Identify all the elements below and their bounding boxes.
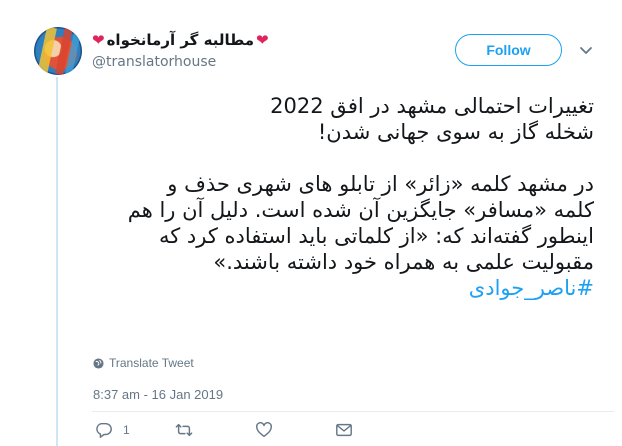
chevron-down-icon[interactable] [578,42,594,58]
reply-icon [96,422,112,438]
tweet-line: شخله گاز به سوی جهانی شدن! [317,120,594,144]
tweet-line: تغییرات احتمالی مشهد در افق 2022 [270,94,594,118]
retweet-icon [175,423,193,437]
heart-outline-icon [256,422,272,438]
globe-icon [93,357,104,369]
envelope-icon [336,423,352,437]
heart-icon: ❤ [256,30,269,49]
follow-button[interactable]: Follow [455,34,562,66]
tweet-text: تغییرات احتمالی مشهد در افق 2022 شخله گا… [90,93,594,301]
thread-line [56,77,58,446]
tweet-line: در مشهد کلمه «زائر» از تابلو های شهری حذ… [167,172,594,196]
display-name[interactable]: مطالبه گر آرمانخواه [107,31,254,49]
reply-button[interactable]: 1 [95,421,175,439]
tweet-actions: 1 [95,420,375,440]
direct-message-button[interactable] [335,421,375,439]
translate-tweet-link[interactable]: Translate Tweet [93,356,194,370]
hashtag-link[interactable]: #ناصر_جوادی [469,276,594,300]
retweet-button[interactable] [175,421,255,439]
user-handle[interactable]: @translatorhouse [92,54,216,70]
tweet-timestamp[interactable]: 8:37 am - 16 Jan 2019 [93,387,223,402]
avatar[interactable] [34,27,82,75]
divider [92,411,614,412]
like-button[interactable] [255,421,335,439]
tweet-line: کلمه «مسافر» جایگزین آن شده است. دلیل آن… [127,198,594,222]
heart-icon: ❤ [92,30,105,49]
reply-count: 1 [123,423,130,437]
tweet-line: مقبولیت علمی به همراه خود داشته باشند.» [213,250,594,274]
tweet-line: اینطور گفته‌اند که: «از کلماتی باید استف… [159,224,594,248]
translate-label[interactable]: Translate Tweet [109,356,194,370]
author-name[interactable]: ❤ مطالبه گر آرمانخواه ❤ [92,29,269,51]
